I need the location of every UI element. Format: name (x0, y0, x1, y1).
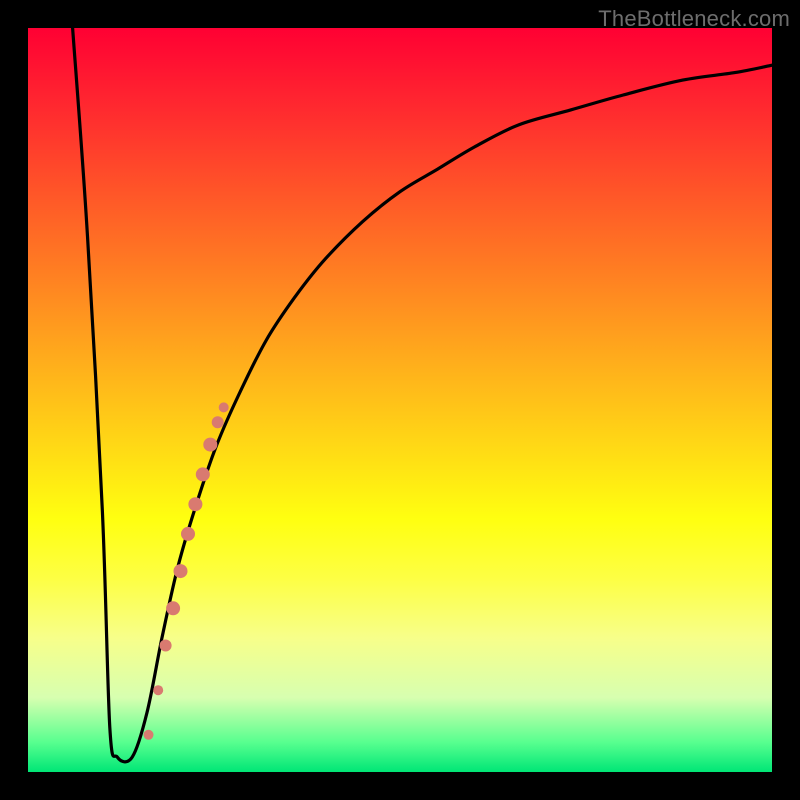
bottleneck-curve (73, 28, 772, 762)
data-dot (174, 564, 188, 578)
data-dot (196, 467, 210, 481)
watermark-text: TheBottleneck.com (598, 6, 790, 32)
data-dots (144, 402, 229, 739)
data-dot (219, 402, 229, 412)
chart-frame: TheBottleneck.com (0, 0, 800, 800)
plot-area (28, 28, 772, 772)
data-dot (153, 685, 163, 695)
data-dot (181, 527, 195, 541)
data-dot (203, 438, 217, 452)
data-dot (144, 730, 154, 740)
data-dot (188, 497, 202, 511)
data-dot (212, 416, 224, 428)
chart-svg (28, 28, 772, 772)
data-dot (166, 601, 180, 615)
data-dot (160, 640, 172, 652)
